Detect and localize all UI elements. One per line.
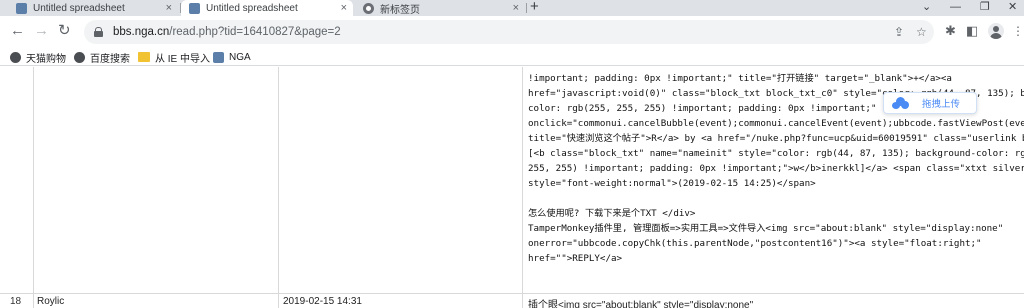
page-content: !important; padding: 0px !important;" ti… [0,67,1024,308]
bookmark-label: 天猫购物 [26,53,66,65]
upload-label: 拖拽上传 [922,99,961,110]
row-number: 18 [10,296,22,307]
tab-strip: Untitled spreadsheet × Untitled spreadsh… [0,0,1024,16]
tab-title: 新标签页 [380,4,420,16]
bookmark-label: 百度搜索 [90,53,130,65]
new-tab-button[interactable]: + [530,0,539,15]
cell-post-content[interactable]: 插个眼<img src="about:blank" style="display… [528,296,753,308]
bookmark-star-icon[interactable]: ☆ [916,25,927,39]
url-host: bbs.nga.cn [113,26,170,38]
code-line: onclick="commonui.cancelBubble(event);co… [528,118,1024,129]
tab-separator [526,3,527,13]
tab-new-tab[interactable]: 新标签页 × [355,0,525,16]
column-divider [522,67,523,308]
extensions-icon[interactable]: ✱ [945,24,956,38]
tab-spreadsheet-1[interactable]: Untitled spreadsheet × [8,0,178,16]
close-icon[interactable]: × [341,2,347,14]
browser-toolbar: ← → ↻ bbs.nga.cn/read.php?tid=16410827&p… [0,16,1024,48]
column-divider [278,67,279,308]
cell-date[interactable]: 2019-02-15 14:31 [283,296,362,307]
address-bar[interactable]: bbs.nga.cn/read.php?tid=16410827&page=2 … [84,20,934,44]
back-button[interactable]: ← [10,23,25,39]
row-divider [0,293,1024,294]
close-window-button[interactable]: ✕ [1008,0,1017,14]
side-panel-icon[interactable]: ◧ [966,24,978,38]
cell-username[interactable]: Roylic [37,296,64,307]
folder-icon [138,52,150,62]
tab-title: Untitled spreadsheet [33,2,125,14]
code-line: style="font-weight:normal">(2019-02-15 1… [528,178,816,189]
cloud-icon [892,97,909,109]
bookmark-folder-ie-import[interactable]: 从 IE 中导入 [138,50,211,65]
close-icon[interactable]: × [513,2,519,14]
bookmark-baidu[interactable]: 百度搜索 [74,50,130,65]
reload-button[interactable]: ↻ [58,23,71,39]
close-icon[interactable]: × [166,2,172,14]
profile-avatar[interactable] [988,23,1004,39]
nga-favicon-icon [16,2,27,14]
url-text[interactable]: bbs.nga.cn/read.php?tid=16410827&page=2 [113,26,341,38]
code-line: title="快速浏览这个帖子">R</a> by <a href="/nuke… [528,133,1024,144]
lock-icon[interactable] [94,27,103,37]
code-line: onerror="ubbcode.copyChk(this.parentNode… [528,238,982,249]
forward-button[interactable]: → [34,23,49,39]
bookmark-nga[interactable]: NGA [213,50,251,64]
share-icon[interactable]: ⇪ [894,25,904,39]
column-divider [33,67,34,308]
code-line: 255, 255) !important; padding: 0px !impo… [528,163,1024,174]
code-line: href="">REPLY</a> [528,253,623,264]
minimize-button[interactable]: — [950,0,961,14]
nga-favicon-icon [213,51,224,63]
code-line: !important; padding: 0px !important;" ti… [528,73,952,84]
globe-icon [10,51,21,63]
bookmark-tmall[interactable]: 天猫购物 [10,50,66,65]
bookmark-label: NGA [229,51,251,63]
chrome-icon [363,2,374,14]
tab-title: Untitled spreadsheet [206,2,298,14]
url-path: /read.php?tid=16410827&page=2 [169,26,341,38]
drag-upload-widget[interactable]: 拖拽上传 [883,92,977,114]
code-line: [<b class="block_txt" name="nameinit" st… [528,148,1024,159]
code-line: TamperMonkey插件里, 管理面板=>实用工具=>文件导入<img sr… [528,223,1004,234]
globe-icon [74,51,85,63]
tab-search-icon[interactable]: ⌄ [922,0,931,14]
bookmark-label: 从 IE 中导入 [155,53,211,65]
tab-spreadsheet-2[interactable]: Untitled spreadsheet × [181,0,353,16]
menu-icon[interactable]: ⋮ [1012,24,1024,38]
code-line: 怎么使用呢? 下载下来是个TXT </div> [528,208,696,219]
nga-favicon-icon [189,2,200,14]
bookmarks-bar: 天猫购物 百度搜索 从 IE 中导入 NGA [0,48,1024,66]
maximize-button[interactable]: ❐ [980,0,990,14]
